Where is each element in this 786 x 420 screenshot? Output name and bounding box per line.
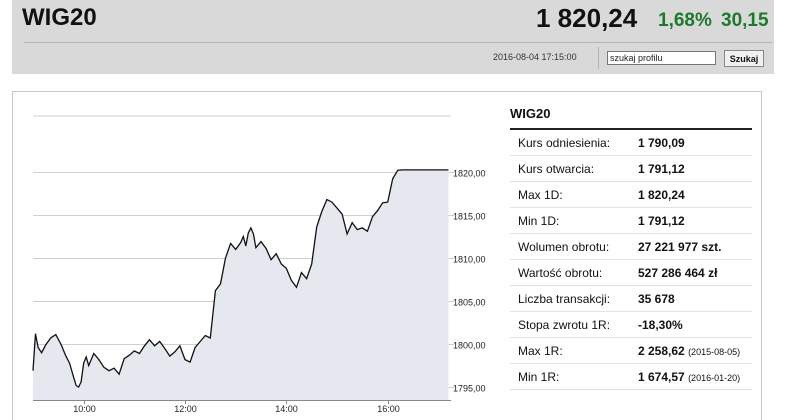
chart-area [33,169,449,400]
info-label: Wolumen obrotu: [518,240,610,254]
y-tick-label: 1820,00 [453,169,486,179]
x-tick-label: 12:00 [174,404,197,414]
y-tick-label: 1795,00 [453,384,486,394]
x-tick-label: 10:00 [73,404,96,414]
x-tick-label: 16:00 [377,404,400,414]
x-tick-label: 14:00 [275,404,298,414]
y-tick-label: 1810,00 [453,255,486,265]
info-title: WIG20 [510,106,752,130]
info-label: Max 1D: [518,188,563,202]
info-row: Min 1R: 1 674,57 (2016-01-20) [510,364,752,390]
info-value: 1 790,09 [638,136,685,150]
info-value: 1 791,12 [638,214,685,228]
info-label: Kurs otwarcia: [518,162,595,176]
info-table: WIG20 Kurs odniesienia: 1 790,09 Kurs otw… [510,106,752,390]
info-value: 35 678 [638,292,675,306]
info-label: Stopa zwrotu 1R: [518,318,611,332]
info-row: Stopa zwrotu 1R: -18,30% [510,312,752,338]
info-row: Kurs otwarcia: 1 791,12 [510,156,752,182]
info-row: Max 1R: 2 258,62 (2015-08-05) [510,338,752,364]
info-value: 2 258,62 (2015-08-05) [638,344,741,358]
y-tick-label: 1800,00 [453,341,486,351]
info-value: 527 286 464 zł [638,266,718,280]
info-value: 1 791,12 [638,162,685,176]
info-label: Wartość obrotu: [518,266,603,280]
y-tick-label: 1815,00 [453,212,486,222]
info-label: Min 1R: [518,370,560,384]
info-row: Wolumen obrotu: 27 221 977 szt. [510,234,752,260]
info-label: Liczba transakcji: [518,292,611,306]
y-tick-label: 1805,00 [453,298,486,308]
info-label: Kurs odniesienia: [518,136,611,150]
info-row: Kurs odniesienia: 1 790,09 [510,130,752,156]
info-value: 1 820,24 [638,188,685,202]
info-row: Wartość obrotu: 527 286 464 zł [510,260,752,286]
info-value: 27 221 977 szt. [638,240,722,254]
info-label: Max 1R: [518,344,563,358]
info-row: Liczba transakcji: 35 678 [510,286,752,312]
info-row: Max 1D: 1 820,24 [510,182,752,208]
info-label: Min 1D: [518,214,560,228]
info-value: -18,30% [638,318,683,332]
info-value: 1 674,57 (2016-01-20) [638,370,741,384]
info-row: Min 1D: 1 791,12 [510,208,752,234]
